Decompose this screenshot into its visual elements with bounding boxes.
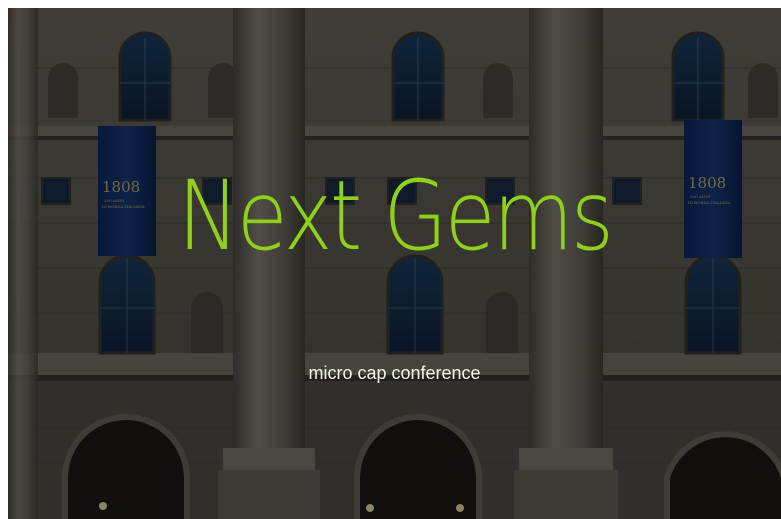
hero-subtitle: micro cap conference xyxy=(308,363,481,383)
hero-banner: 1808 200 ANNI DI BORSA ITALIANA 1808 200… xyxy=(8,8,781,519)
hero-title: Next Gems xyxy=(177,160,614,272)
